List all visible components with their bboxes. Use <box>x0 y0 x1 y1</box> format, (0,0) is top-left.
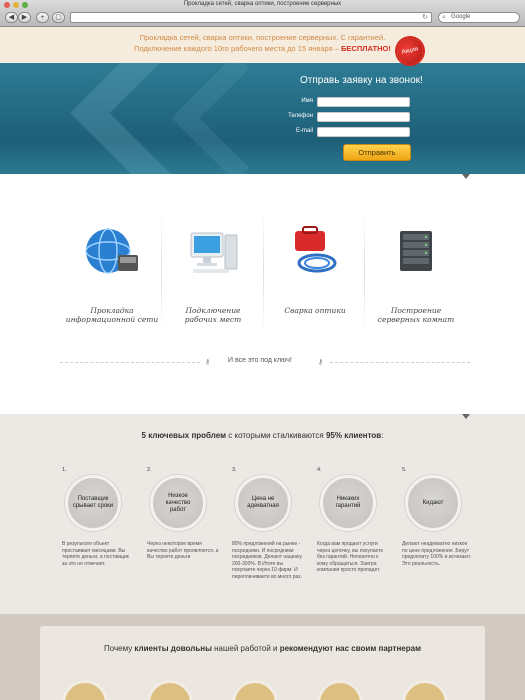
callback-form-title: Отправь заявку на звонок! <box>300 75 423 86</box>
computer-icon <box>190 232 238 273</box>
problem-text: Через некоторое время качество работ про… <box>147 541 219 560</box>
forward-button[interactable]: ▶ <box>18 12 31 23</box>
toolbox-cable-icon <box>295 226 337 273</box>
submit-button[interactable]: Отправить <box>343 144 411 161</box>
service-label: Сварка оптики <box>284 306 346 315</box>
problem-text: 80% предложений на рынке - посредники. И… <box>232 541 303 580</box>
service-label: Построение серверных комнат <box>377 306 455 324</box>
problem-number: 3. <box>232 467 237 473</box>
browser-chrome: Прокладка сетей, сварка оптики, построен… <box>0 0 525 27</box>
divider <box>330 362 470 363</box>
scroll-down-arrow-icon <box>462 174 470 179</box>
promo-line-2: Подключение каждого 10го рабочего места … <box>0 43 525 54</box>
service-network[interactable]: Прокладка информационной сети <box>62 209 162 339</box>
browser-toolbar: ◀ ▶ + ▢ ↻ ⌕ Google <box>0 11 525 25</box>
promo-line-1: Прокладка сетей, сварка оптики, построен… <box>139 33 386 42</box>
problem-title: Кидают <box>405 475 461 531</box>
service-label: Подключение рабочих мест <box>184 306 242 324</box>
problems-title: 5 ключевых проблем с которыми сталкивают… <box>141 431 384 440</box>
promo-banner: Прокладка сетей, сварка оптики, построен… <box>0 27 525 63</box>
email-label: E-mail <box>295 128 313 134</box>
back-button[interactable]: ◀ <box>5 12 18 23</box>
name-field[interactable] <box>317 97 410 107</box>
email-field[interactable] <box>317 127 410 137</box>
add-bookmark-button[interactable]: + <box>36 12 49 23</box>
problem-item: 3. Цена не адекватная 80% предложений на… <box>232 467 314 580</box>
server-rack-icon <box>400 231 432 271</box>
problem-number: 4. <box>317 467 322 473</box>
key-icon: ⚷ <box>318 359 324 366</box>
scroll-down-arrow-icon <box>462 414 470 419</box>
search-icon: ⌕ <box>442 14 446 21</box>
problem-text: В результате объект простаивает месяцами… <box>62 541 129 567</box>
tabs-button[interactable]: ▢ <box>52 12 65 23</box>
service-workstations[interactable]: Подключение рабочих мест <box>163 209 263 339</box>
search-input[interactable]: ⌕ Google <box>438 12 520 23</box>
turnkey-text: И все это под ключ! <box>228 357 292 364</box>
problem-title: Низкое качество работ <box>150 475 206 531</box>
problems-section: 5 ключевых проблем с которыми сталкивают… <box>0 414 525 614</box>
problem-number: 2. <box>147 467 152 473</box>
phone-field[interactable] <box>317 112 410 122</box>
phone-label: Телефон <box>288 113 313 119</box>
globe-network-icon <box>85 228 138 274</box>
key-icon: ⚷ <box>205 359 211 366</box>
problem-title: Поставщик срывает сроки <box>65 475 121 531</box>
promo-free: БЕСПЛАТНО! <box>341 44 391 53</box>
service-server-rooms[interactable]: Построение серверных комнат <box>366 209 466 339</box>
problem-title: Цена не адекватная <box>235 475 291 531</box>
problem-number: 5. <box>402 467 407 473</box>
problem-item: 1. Поставщик срывает сроки В результате … <box>62 467 144 567</box>
problem-text: Когда вам продают услуги через цепочку, … <box>317 541 384 573</box>
divider <box>161 212 162 332</box>
divider <box>364 212 365 332</box>
problem-text: Делают неадекватно низкое по цене предло… <box>402 541 472 567</box>
problem-item: 5. Кидают Делают неадекватно низкое по ц… <box>402 467 484 567</box>
divider <box>263 212 264 332</box>
partners-section: Почему клиенты довольны нашей работой и … <box>0 614 525 700</box>
name-label: Имя <box>301 98 313 104</box>
search-placeholder: Google <box>451 14 471 20</box>
problem-number: 1. <box>62 467 67 473</box>
services-section: Прокладка информационной сети Подключение… <box>0 174 525 414</box>
promo-line-2-text: Подключение каждого 10го рабочего места … <box>134 44 339 53</box>
problem-title: Никаких гарантий <box>320 475 376 531</box>
service-fiber[interactable]: Сварка оптики <box>265 209 365 339</box>
partners-title: Почему клиенты довольны нашей работой и … <box>103 644 422 653</box>
hero-section: Отправь заявку на звонок! Имя Телефон E-… <box>0 63 525 174</box>
service-label: Прокладка информационной сети <box>65 306 159 324</box>
window-title: Прокладка сетей, сварка оптики, построен… <box>183 1 342 7</box>
problem-item: 4. Никаких гарантий Когда вам продают ус… <box>317 467 399 574</box>
divider <box>60 362 200 363</box>
reload-icon[interactable]: ↻ <box>422 13 428 22</box>
address-bar[interactable]: ↻ <box>70 12 432 23</box>
problem-item: 2. Низкое качество работ Через некоторое… <box>147 467 229 561</box>
